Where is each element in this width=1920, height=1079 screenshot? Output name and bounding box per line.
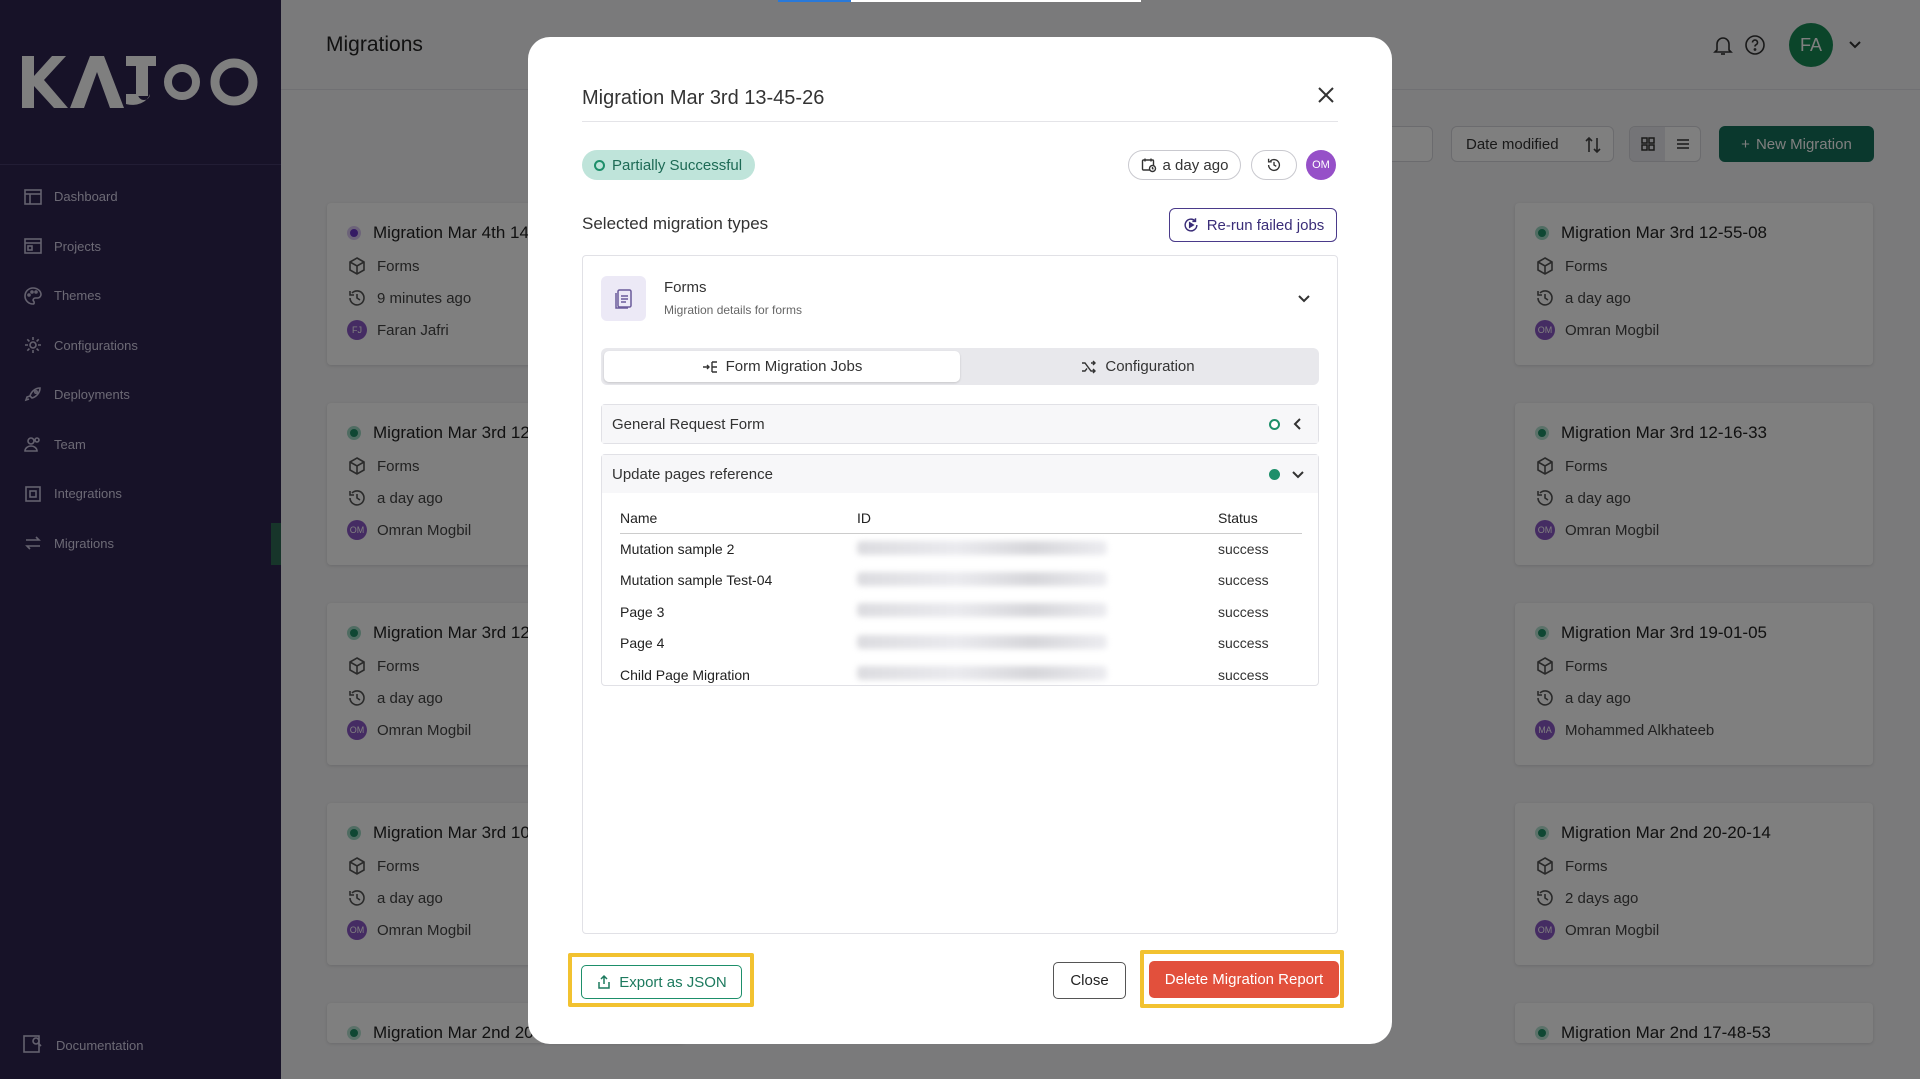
accordion-label: General Request Form xyxy=(612,415,765,433)
accordion-general-request-form[interactable]: General Request Form xyxy=(601,404,1319,444)
timestamp-badge: a day ago xyxy=(1128,150,1241,180)
history-button[interactable] xyxy=(1251,150,1297,180)
accordion-header[interactable]: General Request Form xyxy=(602,405,1318,443)
column-header-id: ID xyxy=(857,503,1218,534)
tab-label: Form Migration Jobs xyxy=(725,358,863,375)
row-name: Page 3 xyxy=(620,603,665,620)
chevron-down-icon[interactable] xyxy=(1295,289,1313,307)
table-row: Page 3 success xyxy=(620,596,1302,628)
row-status: success xyxy=(1218,666,1269,683)
table-row: Child Page Migration success xyxy=(620,659,1302,691)
document-icon xyxy=(601,276,646,321)
table-row: Mutation sample Test-04 success xyxy=(620,565,1302,597)
shuffle-icon xyxy=(1082,360,1097,373)
status-dot xyxy=(594,159,605,171)
section-heading: Selected migration types xyxy=(582,214,769,233)
table-row: Mutation sample 2 success xyxy=(620,533,1302,565)
row-name: Mutation sample 2 xyxy=(620,541,735,557)
table-row: Page 4 success xyxy=(620,628,1302,660)
delete-highlight: Delete Migration Report xyxy=(1140,950,1344,1008)
status-badge: Partially Successful xyxy=(582,150,756,180)
tab-configuration[interactable]: Configuration xyxy=(960,351,1316,382)
redacted-id xyxy=(857,634,1107,649)
redacted-id xyxy=(857,666,1107,681)
export-highlight: Export as JSON xyxy=(568,953,754,1007)
row-name: Mutation sample Test-04 xyxy=(620,572,773,589)
tab-bar: Form Migration Jobs Configuration xyxy=(601,348,1319,385)
row-status: success xyxy=(1218,541,1269,557)
jobs-icon xyxy=(702,360,717,373)
upload-icon xyxy=(598,974,610,989)
row-status: success xyxy=(1218,603,1269,620)
status-dot xyxy=(1269,469,1280,480)
loading-progress-bar xyxy=(778,0,1141,2)
row-id-redacted xyxy=(857,533,1218,565)
rerun-failed-jobs-button[interactable]: Re-run failed jobs xyxy=(1169,208,1337,242)
export-json-button[interactable]: Export as JSON xyxy=(581,965,742,999)
modal-title: Migration Mar 3rd 13-45-26 xyxy=(582,87,825,109)
table-header-row: Name ID Status xyxy=(620,503,1302,534)
row-id-redacted xyxy=(857,659,1218,691)
accordion-update-pages-reference[interactable]: Update pages reference Name ID Status Mu… xyxy=(601,454,1319,686)
migration-report-modal: Migration Mar 3rd 13-45-26 Partially Suc… xyxy=(528,37,1392,1044)
row-name: Page 4 xyxy=(620,635,665,652)
delete-migration-report-button[interactable]: Delete Migration Report xyxy=(1149,961,1339,998)
history-icon xyxy=(1267,158,1281,172)
rerun-label: Re-run failed jobs xyxy=(1206,216,1325,234)
export-label: Export as JSON xyxy=(619,973,727,991)
tab-form-migration-jobs[interactable]: Form Migration Jobs xyxy=(604,351,960,382)
jobs-table: Name ID Status Mutation sample 2 success… xyxy=(620,503,1302,691)
close-button[interactable]: Close xyxy=(1053,962,1126,999)
accordion-header[interactable]: Update pages reference xyxy=(602,455,1318,493)
column-header-name: Name xyxy=(620,503,857,534)
redacted-id xyxy=(857,603,1107,618)
replay-icon xyxy=(1184,218,1198,232)
redacted-id xyxy=(857,571,1107,586)
divider xyxy=(582,121,1338,122)
row-status: success xyxy=(1218,572,1269,589)
timestamp-label: a day ago xyxy=(1162,156,1229,174)
accordion-label: Update pages reference xyxy=(612,465,773,483)
chevron-left-icon[interactable] xyxy=(1290,416,1306,432)
row-id-redacted xyxy=(857,628,1218,660)
avatar: OM xyxy=(1306,150,1336,180)
status-dot xyxy=(1269,419,1280,430)
status-label: Partially Successful xyxy=(612,156,743,174)
redacted-id xyxy=(857,540,1107,555)
row-id-redacted xyxy=(857,565,1218,597)
chevron-down-icon[interactable] xyxy=(1290,466,1306,482)
forms-title: Forms xyxy=(664,279,707,296)
row-status: success xyxy=(1218,635,1269,652)
column-header-status: Status xyxy=(1218,503,1302,534)
tab-label: Configuration xyxy=(1105,358,1195,375)
calendar-clock-icon xyxy=(1141,158,1156,173)
row-name: Child Page Migration xyxy=(620,666,750,683)
forms-subtitle: Migration details for forms xyxy=(664,303,803,317)
row-id-redacted xyxy=(857,596,1218,628)
close-icon[interactable] xyxy=(1314,83,1338,107)
migration-types-panel: Forms Migration details for forms Form M… xyxy=(582,255,1338,934)
